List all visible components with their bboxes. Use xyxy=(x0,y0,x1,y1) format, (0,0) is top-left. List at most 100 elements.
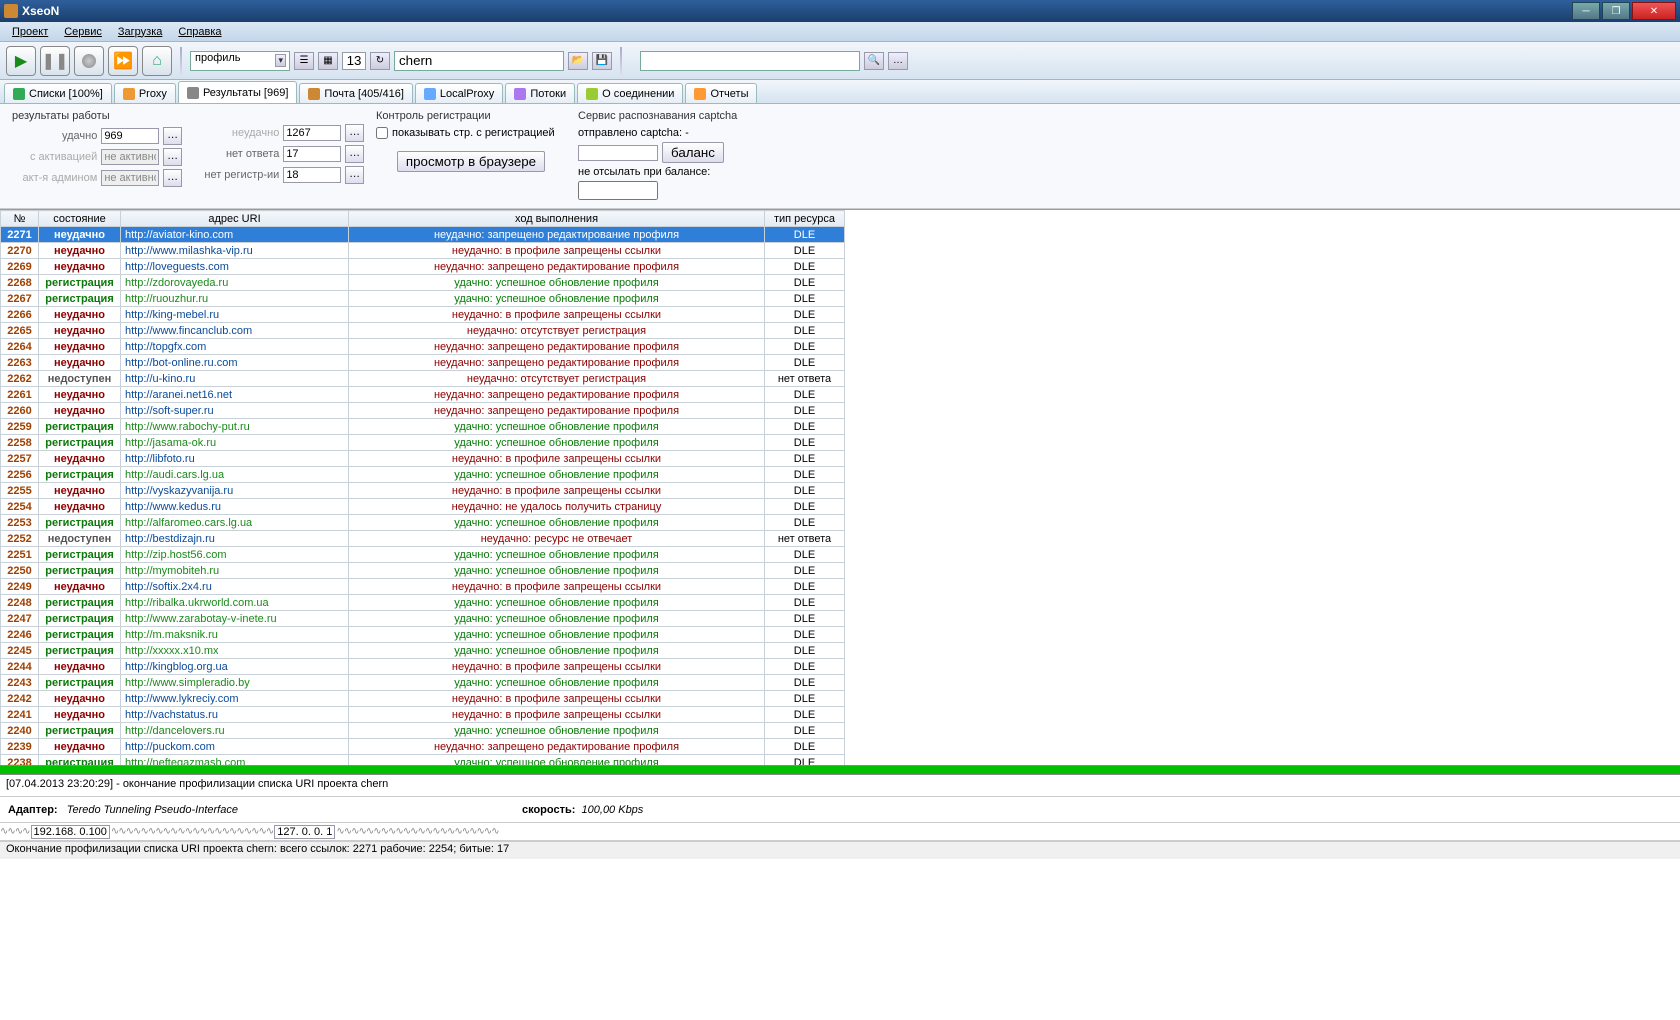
uri-link[interactable]: http://vachstatus.ru xyxy=(125,709,218,721)
uri-link[interactable]: http://neftegazmash.com xyxy=(125,757,245,766)
table-row[interactable]: 2258регистрацияhttp://jasama-ok.ruудачно… xyxy=(1,435,845,451)
search-more-icon[interactable]: … xyxy=(888,52,908,70)
table-row[interactable]: 2245регистрацияhttp://xxxxx.x10.mxудачно… xyxy=(1,643,845,659)
view-browser-button[interactable]: просмотр в браузере xyxy=(397,151,545,172)
uri-link[interactable]: http://mymobiteh.ru xyxy=(125,565,219,577)
save-icon[interactable]: 💾 xyxy=(592,52,612,70)
col-num[interactable]: № xyxy=(1,211,39,227)
act-more-button[interactable]: … xyxy=(163,148,182,166)
uri-link[interactable]: http://dancelovers.ru xyxy=(125,725,225,737)
table-row[interactable]: 2263неудачноhttp://bot-online.ru.comнеуд… xyxy=(1,355,845,371)
table-row[interactable]: 2241неудачноhttp://vachstatus.ruнеудачно… xyxy=(1,707,845,723)
table-row[interactable]: 2251регистрацияhttp://zip.host56.comудач… xyxy=(1,547,845,563)
uri-link[interactable]: http://loveguests.com xyxy=(125,261,229,273)
minimize-button[interactable]: ─ xyxy=(1572,2,1600,20)
bad-count-input[interactable] xyxy=(283,125,341,141)
table-row[interactable]: 2247регистрацияhttp://www.zarabotay-v-in… xyxy=(1,611,845,627)
uri-link[interactable]: http://www.kedus.ru xyxy=(125,501,221,513)
table-row[interactable]: 2270неудачноhttp://www.milashka-vip.ruне… xyxy=(1,243,845,259)
table-row[interactable]: 2262недоступенhttp://u-kino.ruнеудачно: … xyxy=(1,371,845,387)
uri-link[interactable]: http://zip.host56.com xyxy=(125,549,227,561)
uri-link[interactable]: http://www.fincanclub.com xyxy=(125,325,252,337)
table-row[interactable]: 2238регистрацияhttp://neftegazmash.comуд… xyxy=(1,755,845,766)
tab-mail[interactable]: Почта [405/416] xyxy=(299,83,412,103)
uri-link[interactable]: http://puckom.com xyxy=(125,741,215,753)
stop-button[interactable] xyxy=(74,46,104,76)
ok-more-button[interactable]: … xyxy=(163,127,182,145)
col-progress[interactable]: ход выполнения xyxy=(349,211,765,227)
uri-link[interactable]: http://aranei.net16.net xyxy=(125,389,232,401)
table-row[interactable]: 2260неудачноhttp://soft-super.ruнеудачно… xyxy=(1,403,845,419)
balance-button[interactable]: баланс xyxy=(662,142,724,163)
col-resource[interactable]: тип ресурса xyxy=(765,211,845,227)
table-row[interactable]: 2250регистрацияhttp://mymobiteh.ruудачно… xyxy=(1,563,845,579)
table-row[interactable]: 2249неудачноhttp://softix.2x4.ruнеудачно… xyxy=(1,579,845,595)
table-row[interactable]: 2271неудачноhttp://aviator-kino.comнеуда… xyxy=(1,227,845,243)
uri-link[interactable]: http://alfaromeo.cars.lg.ua xyxy=(125,517,252,529)
uri-link[interactable]: http://bot-online.ru.com xyxy=(125,357,238,369)
table-row[interactable]: 2257неудачноhttp://libfoto.ruнеудачно: в… xyxy=(1,451,845,467)
menu-service[interactable]: Сервис xyxy=(56,24,110,40)
captcha-stop-input[interactable] xyxy=(578,181,658,200)
uri-link[interactable]: http://xxxxx.x10.mx xyxy=(125,645,219,657)
profile-combo[interactable]: профиль xyxy=(190,51,290,71)
col-uri[interactable]: адрес URI xyxy=(121,211,349,227)
num-input[interactable] xyxy=(342,52,366,70)
table-row[interactable]: 2253регистрацияhttp://alfaromeo.cars.lg.… xyxy=(1,515,845,531)
uri-link[interactable]: http://jasama-ok.ru xyxy=(125,437,216,449)
uri-link[interactable]: http://king-mebel.ru xyxy=(125,309,219,321)
table-row[interactable]: 2242неудачноhttp://www.lykreciy.comнеуда… xyxy=(1,691,845,707)
uri-link[interactable]: http://www.simpleradio.by xyxy=(125,677,250,689)
noreg-more-button[interactable]: … xyxy=(345,166,364,184)
table-row[interactable]: 2243регистрацияhttp://www.simpleradio.by… xyxy=(1,675,845,691)
open-icon[interactable]: 📂 xyxy=(568,52,588,70)
uri-link[interactable]: http://aviator-kino.com xyxy=(125,229,233,241)
table-row[interactable]: 2265неудачноhttp://www.fincanclub.comнеу… xyxy=(1,323,845,339)
table-row[interactable]: 2269неудачноhttp://loveguests.comнеудачн… xyxy=(1,259,845,275)
uri-link[interactable]: http://zdorovayeda.ru xyxy=(125,277,228,289)
show-reg-checkbox[interactable] xyxy=(376,127,388,139)
table-row[interactable]: 2244неудачноhttp://kingblog.org.uaнеудач… xyxy=(1,659,845,675)
close-button[interactable]: ✕ xyxy=(1632,2,1676,20)
uri-link[interactable]: http://bestdizajn.ru xyxy=(125,533,215,545)
table-row[interactable]: 2239неудачноhttp://puckom.comнеудачно: з… xyxy=(1,739,845,755)
menu-help[interactable]: Справка xyxy=(170,24,229,40)
menu-download[interactable]: Загрузка xyxy=(110,24,170,40)
table-row[interactable]: 2267регистрацияhttp://ruouzhur.ruудачно:… xyxy=(1,291,845,307)
maximize-button[interactable]: ❐ xyxy=(1602,2,1630,20)
table-row[interactable]: 2256регистрацияhttp://audi.cars.lg.uaуда… xyxy=(1,467,845,483)
uri-link[interactable]: http://www.rabochy-put.ru xyxy=(125,421,250,433)
project-name-input[interactable] xyxy=(394,51,564,71)
noans-more-button[interactable]: … xyxy=(345,145,364,163)
table-row[interactable]: 2248регистрацияhttp://ribalka.ukrworld.c… xyxy=(1,595,845,611)
uri-link[interactable]: http://topgfx.com xyxy=(125,341,206,353)
adm-more-button[interactable]: … xyxy=(163,169,182,187)
tab-threads[interactable]: Потоки xyxy=(505,83,575,103)
toolbar-icon-2[interactable]: ▦ xyxy=(318,52,338,70)
pause-button[interactable]: ❚❚ xyxy=(40,46,70,76)
table-row[interactable]: 2255неудачноhttp://vyskazyvanija.ruнеуда… xyxy=(1,483,845,499)
fastforward-button[interactable]: ⏩ xyxy=(108,46,138,76)
uri-link[interactable]: http://kingblog.org.ua xyxy=(125,661,228,673)
uri-link[interactable]: http://www.lykreciy.com xyxy=(125,693,239,705)
table-row[interactable]: 2259регистрацияhttp://www.rabochy-put.ru… xyxy=(1,419,845,435)
uri-link[interactable]: http://soft-super.ru xyxy=(125,405,214,417)
search-go-icon[interactable]: 🔍 xyxy=(864,52,884,70)
uri-link[interactable]: http://ribalka.ukrworld.com.ua xyxy=(125,597,269,609)
tab-connection[interactable]: О соединении xyxy=(577,83,683,103)
uri-link[interactable]: http://audi.cars.lg.ua xyxy=(125,469,224,481)
table-row[interactable]: 2264неудачноhttp://topgfx.comнеудачно: з… xyxy=(1,339,845,355)
uri-link[interactable]: http://m.maksnik.ru xyxy=(125,629,218,641)
results-table-scroll[interactable]: № состояние адрес URI ход выполнения тип… xyxy=(0,209,1680,765)
toolbar-icon-1[interactable]: ☰ xyxy=(294,52,314,70)
tab-proxy[interactable]: Proxy xyxy=(114,83,176,103)
menu-project[interactable]: Проект xyxy=(4,24,56,40)
tab-results[interactable]: Результаты [969] xyxy=(178,81,297,103)
search-input[interactable] xyxy=(640,51,860,71)
uri-link[interactable]: http://u-kino.ru xyxy=(125,373,195,385)
table-row[interactable]: 2246регистрацияhttp://m.maksnik.ruудачно… xyxy=(1,627,845,643)
uri-link[interactable]: http://www.milashka-vip.ru xyxy=(125,245,253,257)
tab-localproxy[interactable]: LocalProxy xyxy=(415,83,503,103)
table-row[interactable]: 2266неудачноhttp://king-mebel.ruнеудачно… xyxy=(1,307,845,323)
tab-reports[interactable]: Отчеты xyxy=(685,83,757,103)
